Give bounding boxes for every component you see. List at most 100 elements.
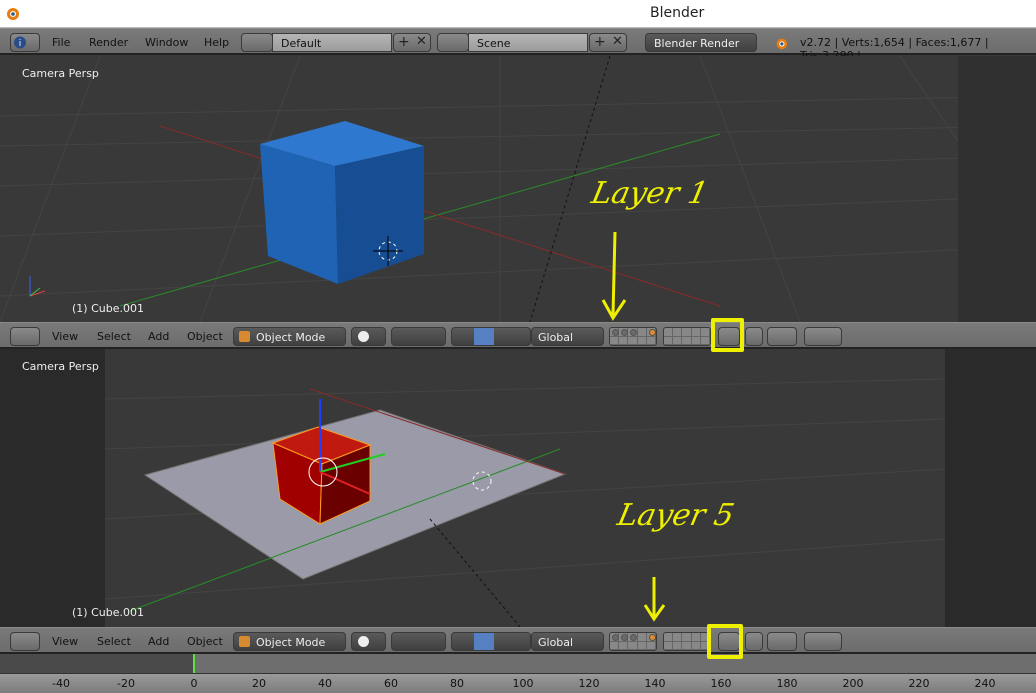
blender-logo-icon (776, 38, 788, 50)
annotation-layer-1: Layer 1 (588, 176, 712, 211)
menu-object[interactable]: Object (187, 635, 223, 648)
snap-element-select[interactable] (767, 632, 797, 651)
axis-gizmo-icon (29, 276, 46, 297)
timeline[interactable] (0, 654, 1036, 673)
render-opengl-buttons[interactable] (804, 632, 842, 651)
viewport-top-scene (0, 56, 1036, 322)
pivot-select[interactable] (391, 632, 446, 651)
arrow-down-icon (643, 577, 666, 622)
window-title: Blender (650, 5, 705, 21)
close-icon[interactable]: ✕ (612, 34, 623, 49)
viewport-bottom-scene (0, 349, 1036, 627)
screen-add-remove-buttons[interactable]: + ✕ (393, 33, 431, 52)
layer-buttons-a[interactable] (609, 632, 657, 651)
tick-label: -20 (117, 677, 135, 690)
menu-view[interactable]: View (52, 330, 78, 343)
tick-label: -40 (52, 677, 70, 690)
3d-viewport-bottom[interactable]: Camera Persp (1) Cube.001 (0, 349, 1036, 627)
3d-viewport-top[interactable]: Camera Persp (1) Cube.001 (0, 56, 1036, 322)
orientation-select[interactable]: Global (531, 632, 604, 651)
cube-icon (239, 331, 250, 342)
camera-border-region (958, 56, 1036, 322)
editor-type-button[interactable]: i (10, 33, 40, 52)
timeline-ruler[interactable]: -40 -20 0 20 40 60 80 100 120 140 160 18… (0, 673, 1036, 693)
editor-type-button[interactable] (10, 632, 40, 651)
layer-buttons-b[interactable] (663, 632, 711, 651)
mode-label: Object Mode (256, 331, 326, 344)
x-axis-line (159, 125, 721, 307)
editor-type-button[interactable] (10, 327, 40, 346)
svg-text:i: i (19, 39, 22, 49)
pivot-select[interactable] (391, 327, 446, 346)
tick-label: 20 (252, 677, 266, 690)
snap-element-select[interactable] (767, 327, 797, 346)
info-icon: i (14, 36, 26, 49)
scene-add-remove-buttons[interactable]: + ✕ (589, 33, 627, 52)
solid-shading-icon (358, 636, 369, 647)
menu-add[interactable]: Add (148, 330, 169, 343)
grid (0, 56, 1036, 322)
tick-label: 200 (842, 677, 864, 690)
tick-label: 100 (512, 677, 534, 690)
info-header: i File Render Window Help Default + ✕ Sce… (0, 28, 1036, 62)
tick-label: 120 (578, 677, 600, 690)
render-engine-label: Blender Render (654, 37, 740, 50)
plus-icon[interactable]: + (594, 34, 606, 50)
close-icon[interactable]: ✕ (416, 34, 427, 49)
cube-icon (239, 636, 250, 647)
manipulator-buttons[interactable] (451, 632, 531, 651)
render-opengl-buttons[interactable] (804, 327, 842, 346)
timeline-preroll (0, 654, 193, 673)
active-object-label: (1) Cube.001 (72, 606, 144, 619)
scene-field[interactable]: Scene (468, 33, 588, 52)
mode-select[interactable]: Object Mode (233, 632, 346, 651)
manipulator-buttons[interactable] (451, 327, 531, 346)
layer-buttons-a[interactable] (609, 327, 657, 346)
active-object-label: (1) Cube.001 (72, 302, 144, 315)
screen-layout-field[interactable]: Default (272, 33, 392, 52)
layer-buttons-b[interactable] (663, 327, 711, 346)
proportional-edit-icon[interactable] (745, 327, 763, 346)
tick-label: 0 (190, 677, 198, 690)
tick-label: 60 (384, 677, 398, 690)
viewport-shading-select[interactable] (351, 632, 386, 651)
menu-select[interactable]: Select (97, 330, 131, 343)
render-engine-select[interactable]: Blender Render (645, 33, 757, 52)
tick-label: 180 (776, 677, 798, 690)
scene-icon[interactable] (437, 33, 469, 52)
camera-border-left (0, 349, 105, 627)
orientation-label: Global (538, 636, 574, 649)
menu-add[interactable]: Add (148, 635, 169, 648)
arrow-down-icon (601, 231, 627, 321)
orientation-select[interactable]: Global (531, 327, 604, 346)
proportional-edit-icon[interactable] (745, 632, 763, 651)
tick-label: 40 (318, 677, 332, 690)
menu-window[interactable]: Window (145, 36, 188, 49)
plus-icon[interactable]: + (398, 34, 410, 50)
translate-manipulator-icon[interactable] (474, 328, 494, 345)
tick-label: 140 (644, 677, 666, 690)
camera-border-right (945, 349, 1036, 627)
highlight-box (711, 318, 744, 352)
menu-help[interactable]: Help (204, 36, 229, 49)
tick-label: 240 (974, 677, 996, 690)
view3d-header-top: View Select Add Object Object Mode Globa… (0, 322, 1036, 349)
mode-label: Object Mode (256, 636, 326, 649)
translate-manipulator-icon[interactable] (474, 633, 494, 650)
viewport-label: Camera Persp (22, 67, 99, 80)
current-frame-marker[interactable] (193, 654, 195, 673)
mode-select[interactable]: Object Mode (233, 327, 346, 346)
viewport-shading-select[interactable] (351, 327, 386, 346)
viewport-label: Camera Persp (22, 360, 99, 373)
menu-select[interactable]: Select (97, 635, 131, 648)
blender-logo-icon (7, 8, 19, 20)
menu-object[interactable]: Object (187, 330, 223, 343)
menu-render[interactable]: Render (89, 36, 128, 49)
cube-right (335, 146, 424, 284)
tick-label: 80 (450, 677, 464, 690)
menu-file[interactable]: File (52, 36, 70, 49)
menu-view[interactable]: View (52, 635, 78, 648)
solid-shading-icon (358, 331, 369, 342)
screen-layout-icon[interactable] (241, 33, 273, 52)
orientation-label: Global (538, 331, 574, 344)
